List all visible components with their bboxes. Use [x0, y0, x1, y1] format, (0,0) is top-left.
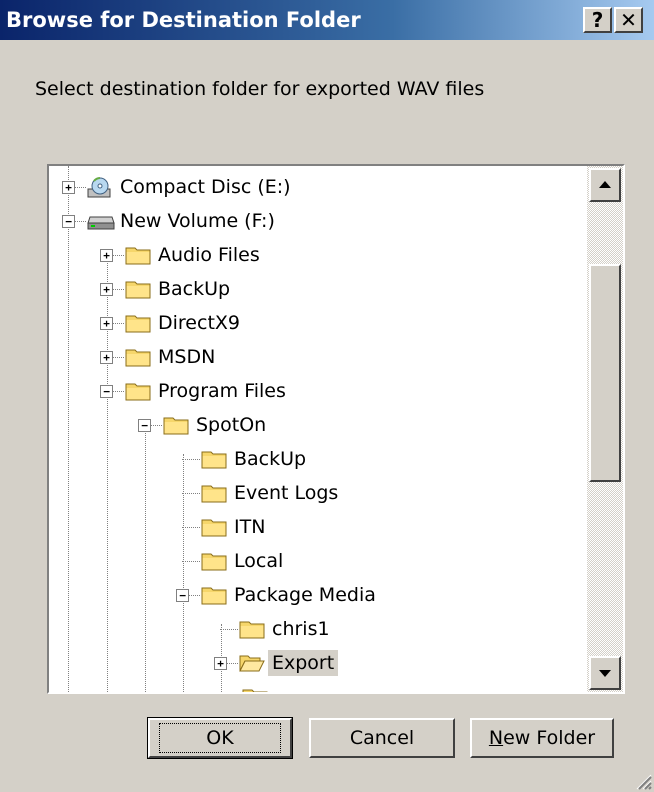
- tree-item-label: BackUp: [234, 448, 307, 470]
- folder-icon: [242, 687, 268, 692]
- tree-item[interactable]: + Export: [49, 650, 589, 684]
- instruction-text: Select destination folder for exported W…: [35, 78, 485, 100]
- vertical-scrollbar[interactable]: [587, 166, 623, 692]
- tree-item-label: Event Logs: [234, 482, 339, 504]
- resize-grip-icon[interactable]: [632, 770, 652, 790]
- tree-item[interactable]: − Program Files: [49, 378, 589, 412]
- tree-item-label: Program Files: [158, 380, 286, 402]
- folder-icon: [239, 619, 265, 639]
- tree-item-label: DirectX9: [158, 312, 240, 334]
- tree-item[interactable]: − New Volume (F:): [49, 208, 589, 242]
- folder-icon: [163, 415, 189, 435]
- expand-icon[interactable]: +: [100, 249, 113, 262]
- tree-item[interactable]: ITN: [49, 514, 589, 548]
- tree-item[interactable]: BackUp: [49, 446, 589, 480]
- close-button[interactable]: ✕: [614, 7, 643, 33]
- collapse-icon[interactable]: −: [62, 215, 75, 228]
- folder-icon: [125, 279, 151, 299]
- tree-item[interactable]: + Compact Disc (E:): [49, 174, 589, 208]
- title-bar[interactable]: Browse for Destination Folder ? ✕: [0, 0, 654, 40]
- help-button[interactable]: ?: [583, 7, 612, 33]
- expand-icon[interactable]: +: [214, 657, 227, 670]
- folder-icon: [125, 347, 151, 367]
- folder-icon: [125, 313, 151, 333]
- arrow-down-icon: [599, 670, 611, 677]
- collapse-icon[interactable]: −: [138, 419, 151, 432]
- ok-label: OK: [159, 723, 281, 753]
- expand-icon[interactable]: +: [62, 181, 75, 194]
- folder-icon: [125, 381, 151, 401]
- cd-drive-icon: [87, 177, 113, 198]
- folder-icon: [201, 517, 227, 537]
- cancel-button[interactable]: Cancel: [309, 718, 455, 758]
- scroll-down-button[interactable]: [589, 656, 621, 690]
- tree-item[interactable]: − SpotOn: [49, 412, 589, 446]
- tree-item-label: ITN: [234, 516, 266, 538]
- scroll-thumb[interactable]: [589, 264, 621, 482]
- ok-button[interactable]: OK: [147, 717, 293, 759]
- collapse-icon[interactable]: −: [100, 385, 113, 398]
- collapse-icon[interactable]: −: [176, 589, 189, 602]
- folder-icon: [125, 245, 151, 265]
- tree-item-label: BackUp: [158, 278, 231, 300]
- tree-item[interactable]: chris1: [49, 616, 589, 650]
- open-folder-icon: [239, 653, 265, 673]
- tree-item[interactable]: + BackUp: [49, 276, 589, 310]
- new-folder-mnemonic: N: [488, 727, 504, 749]
- cancel-label: Cancel: [349, 727, 415, 749]
- folder-tree[interactable]: + Compact Disc (E:) − New Volume (F:) + Audio…: [47, 164, 625, 694]
- folder-icon: [201, 585, 227, 605]
- tree-item-label: Export: [268, 650, 339, 676]
- tree-item[interactable]: + MSDN: [49, 344, 589, 378]
- folder-icon: [201, 551, 227, 571]
- new-folder-button[interactable]: New Folder: [470, 718, 614, 758]
- tree-item[interactable]: Local: [49, 548, 589, 582]
- folder-icon: [201, 483, 227, 503]
- tree-item-label: Compact Disc (E:): [120, 176, 291, 198]
- tree-item-label: MSDN: [158, 346, 216, 368]
- tree-item-label: chris1: [272, 618, 330, 640]
- tree-item[interactable]: − Package Media: [49, 582, 589, 616]
- folder-icon: [201, 449, 227, 469]
- expand-icon[interactable]: +: [100, 283, 113, 296]
- tree-item-label: Local: [234, 550, 284, 572]
- tree-item[interactable]: + Audio Files: [49, 242, 589, 276]
- tree-item-label: New Volume (F:): [120, 210, 275, 232]
- expand-icon[interactable]: +: [100, 317, 113, 330]
- tree-item-label: Audio Files: [158, 244, 260, 266]
- scroll-up-button[interactable]: [589, 168, 621, 202]
- tree-item-label: Package Media: [234, 584, 376, 606]
- expand-icon[interactable]: +: [100, 351, 113, 364]
- new-folder-label: ew Folder: [503, 727, 596, 749]
- arrow-up-icon: [599, 181, 611, 188]
- window-title: Browse for Destination Folder: [6, 8, 361, 32]
- tree-item[interactable]: + DirectX9: [49, 310, 589, 344]
- tree-item-label: SpotOn: [196, 414, 267, 436]
- hard-drive-icon: [87, 211, 115, 231]
- tree-item[interactable]: Event Logs: [49, 480, 589, 514]
